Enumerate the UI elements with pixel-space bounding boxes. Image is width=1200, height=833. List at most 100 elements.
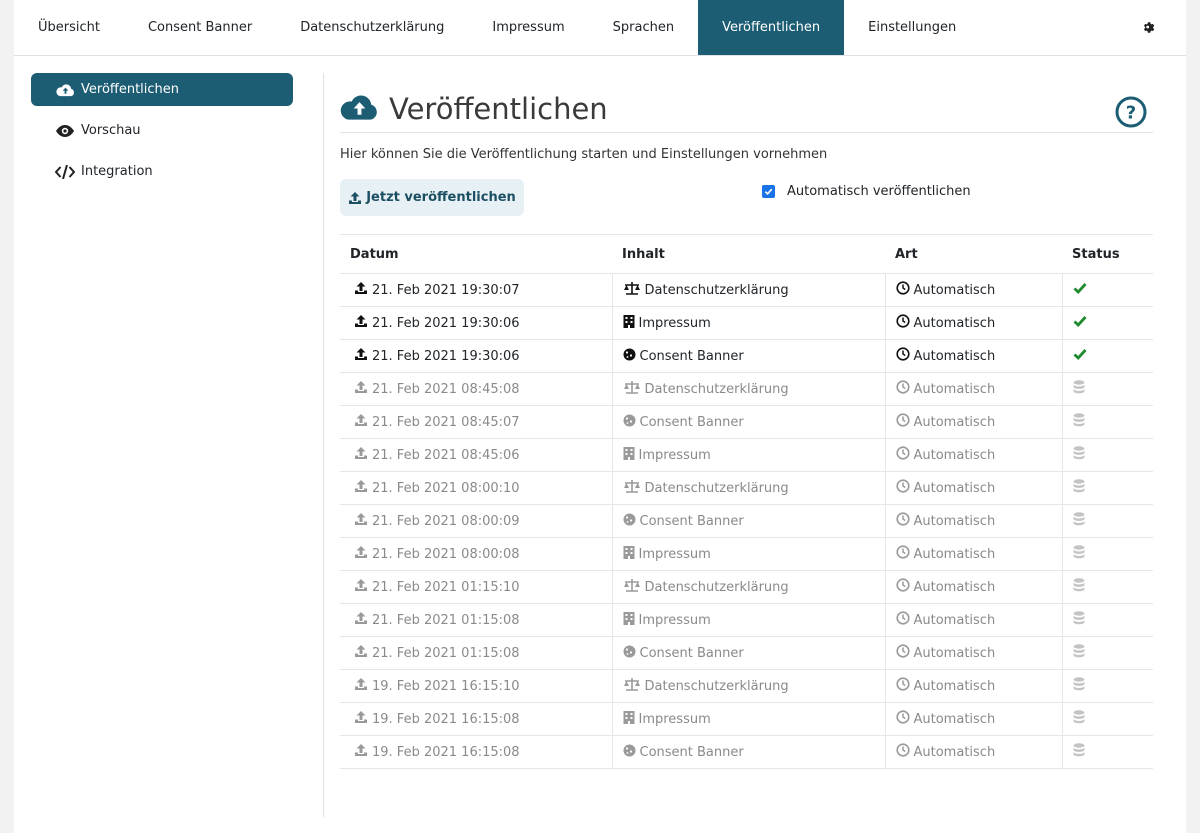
row-type: Automatisch bbox=[913, 645, 996, 661]
row-status bbox=[1073, 644, 1154, 662]
building-icon bbox=[623, 710, 639, 728]
gear-icon[interactable] bbox=[1142, 20, 1156, 34]
clock-icon bbox=[895, 611, 914, 629]
row-content: Datenschutzerklärung bbox=[644, 579, 789, 595]
table-row[interactable]: 21. Feb 2021 08:45:06 Impressum Automatisc… bbox=[340, 438, 1154, 472]
upload-icon bbox=[354, 743, 372, 761]
table-row[interactable]: 21. Feb 2021 08:00:08 Impressum Automatisc… bbox=[340, 537, 1153, 571]
table-row[interactable]: 21. Feb 2021 19:30:06 Consent Banner Autom… bbox=[340, 339, 1153, 373]
table-row[interactable]: 21. Feb 2021 08:00:09 Consent Banner Autom… bbox=[340, 504, 1154, 538]
check-icon bbox=[1073, 348, 1091, 364]
column-header-date[interactable]: Datum bbox=[340, 234, 612, 274]
clock-icon bbox=[895, 743, 914, 761]
sidebar-item-label: Veröffentlichen bbox=[81, 82, 180, 97]
database-icon bbox=[1073, 413, 1089, 431]
row-type: Automatisch bbox=[913, 546, 996, 562]
cloud-upload-icon bbox=[340, 93, 379, 125]
table-row[interactable]: 21. Feb 2021 01:15:08 Consent Banner Autom… bbox=[340, 636, 1154, 670]
row-type: Automatisch bbox=[913, 744, 996, 760]
table-row[interactable]: 21. Feb 2021 08:45:08 Datenschutzerklärun… bbox=[340, 372, 1154, 406]
database-icon bbox=[1073, 710, 1089, 728]
scale-icon bbox=[623, 578, 645, 596]
row-date: 21. Feb 2021 08:45:06 bbox=[372, 447, 520, 463]
upload-icon bbox=[354, 512, 372, 530]
table-row[interactable]: 19. Feb 2021 16:15:10 Datenschutzerklärun… bbox=[340, 669, 1154, 703]
tab-übersicht[interactable]: Übersicht bbox=[14, 0, 124, 55]
row-content: Consent Banner bbox=[639, 744, 744, 760]
code-icon bbox=[55, 164, 75, 180]
table-row[interactable]: 21. Feb 2021 01:15:08 Impressum Automatisc… bbox=[340, 603, 1154, 637]
sidebar-item-label: Integration bbox=[81, 164, 153, 179]
clock-icon bbox=[895, 281, 914, 299]
tab-einstellungen[interactable]: Einstellungen bbox=[844, 0, 980, 55]
tab-datenschutzerklärung[interactable]: Datenschutzerklärung bbox=[276, 0, 468, 55]
row-status bbox=[1073, 512, 1154, 530]
clock-icon bbox=[895, 347, 914, 365]
row-content: Consent Banner bbox=[639, 348, 744, 364]
table-row[interactable]: 21. Feb 2021 01:15:10 Datenschutzerklärun… bbox=[340, 570, 1153, 604]
row-content: Consent Banner bbox=[639, 513, 744, 529]
table-row[interactable]: 19. Feb 2021 16:15:08 Impressum Automatisc… bbox=[340, 702, 1154, 736]
row-status bbox=[1073, 380, 1154, 398]
auto-publish-checkbox[interactable] bbox=[762, 185, 775, 198]
row-content: Consent Banner bbox=[639, 414, 744, 430]
row-status bbox=[1073, 677, 1154, 695]
table-row[interactable]: 19. Feb 2021 16:15:08 Consent Banner Autom… bbox=[340, 735, 1153, 769]
upload-icon bbox=[349, 191, 362, 204]
cookie-icon bbox=[623, 414, 640, 431]
clock-icon bbox=[895, 446, 914, 464]
table-row[interactable]: 21. Feb 2021 08:00:10 Datenschutzerklärun… bbox=[340, 471, 1154, 505]
divider bbox=[323, 73, 324, 817]
upload-icon bbox=[354, 545, 372, 563]
clock-icon bbox=[895, 644, 914, 662]
clock-icon bbox=[895, 545, 914, 563]
upload-icon bbox=[354, 413, 372, 431]
row-content: Datenschutzerklärung bbox=[644, 480, 789, 496]
clock-icon bbox=[895, 479, 914, 497]
action-bar: Jetzt veröffentlichen Automatisch veröff… bbox=[340, 179, 1153, 217]
row-date: 19. Feb 2021 16:15:10 bbox=[372, 678, 520, 694]
sidebar-item-vorschau[interactable]: Vorschau bbox=[31, 114, 293, 147]
table-row[interactable]: 21. Feb 2021 19:30:07 Datenschutzerklärun… bbox=[340, 273, 1153, 307]
tab-sprachen[interactable]: Sprachen bbox=[589, 0, 698, 55]
row-content: Impressum bbox=[638, 546, 711, 562]
database-icon bbox=[1073, 479, 1089, 497]
row-date: 21. Feb 2021 08:45:08 bbox=[372, 381, 520, 397]
cookie-icon bbox=[623, 513, 640, 530]
table-row[interactable]: 21. Feb 2021 08:45:07 Consent Banner Autom… bbox=[340, 405, 1153, 439]
tab-consent-banner[interactable]: Consent Banner bbox=[124, 0, 276, 55]
table-row[interactable]: 21. Feb 2021 19:30:06 Impressum Automatisc… bbox=[340, 306, 1153, 340]
tab-impressum[interactable]: Impressum bbox=[468, 0, 588, 55]
upload-icon bbox=[354, 347, 372, 365]
row-date: 21. Feb 2021 08:00:08 bbox=[372, 546, 520, 562]
database-icon bbox=[1073, 677, 1089, 695]
sidebar-item-veröffentlichen[interactable]: Veröffentlichen bbox=[31, 73, 293, 106]
clock-icon bbox=[895, 512, 914, 530]
row-date: 21. Feb 2021 19:30:07 bbox=[372, 282, 520, 298]
row-content: Impressum bbox=[638, 711, 711, 727]
row-type: Automatisch bbox=[913, 513, 996, 529]
row-date: 21. Feb 2021 01:15:08 bbox=[372, 612, 520, 628]
row-type: Automatisch bbox=[913, 579, 996, 595]
auto-publish-toggle[interactable]: Automatisch veröffentlichen bbox=[762, 184, 971, 199]
sidebar-item-integration[interactable]: Integration bbox=[31, 155, 293, 188]
row-content: Datenschutzerklärung bbox=[644, 381, 789, 397]
clock-icon bbox=[895, 677, 914, 695]
column-header-status[interactable]: Status bbox=[1062, 234, 1153, 274]
sidebar-item-label: Vorschau bbox=[81, 123, 141, 138]
row-status bbox=[1073, 710, 1154, 728]
upload-icon bbox=[354, 611, 372, 629]
database-icon bbox=[1073, 644, 1089, 662]
column-header-type[interactable]: Art bbox=[885, 234, 1062, 274]
help-icon[interactable]: ? bbox=[1115, 96, 1147, 128]
row-status bbox=[1073, 611, 1154, 629]
row-date: 21. Feb 2021 01:15:08 bbox=[372, 645, 520, 661]
clock-icon bbox=[895, 578, 914, 596]
column-header-content[interactable]: Inhalt bbox=[612, 234, 885, 274]
tab-veröffentlichen[interactable]: Veröffentlichen bbox=[698, 0, 845, 55]
clock-icon bbox=[895, 380, 914, 398]
building-icon bbox=[623, 446, 639, 464]
row-status bbox=[1073, 446, 1154, 464]
row-status bbox=[1073, 479, 1154, 497]
publish-now-button[interactable]: Jetzt veröffentlichen bbox=[340, 179, 524, 216]
